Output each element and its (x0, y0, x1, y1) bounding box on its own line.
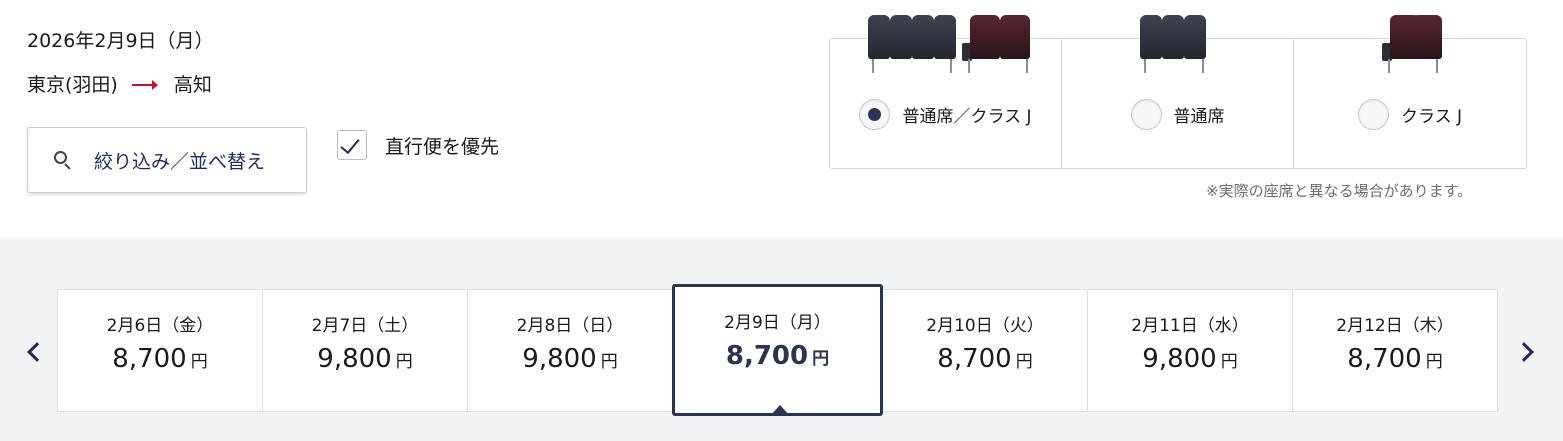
search-icon (52, 149, 74, 171)
previous-dates-button[interactable] (22, 338, 47, 368)
seat-option-label: 普通席 (1173, 107, 1225, 127)
date-card-price: 9,800 円 (1142, 344, 1238, 374)
seat-option-economy[interactable]: 普通席 (1062, 15, 1294, 168)
date-card[interactable]: 2月8日（日） 9,800 円 (467, 289, 673, 412)
destination-label: 高知 (173, 74, 212, 96)
next-dates-button[interactable] (1514, 338, 1541, 368)
seat-disclaimer: ※実際の座席と異なる場合があります。 (1206, 182, 1473, 200)
date-card[interactable]: 2月11日（水） 9,800 円 (1087, 289, 1293, 412)
date-card-date: 2月9日（月） (724, 313, 831, 333)
date-price-list: 2月6日（金） 8,700 円 2月7日（土） 9,800 円 2月8日（日） 9,… (57, 284, 1505, 416)
date-card[interactable]: 2月7日（土） 9,800 円 (262, 289, 468, 412)
radio-economy[interactable] (1130, 99, 1162, 130)
date-card-date: 2月7日（土） (311, 316, 419, 336)
seat-option-label: クラス J (1400, 107, 1463, 127)
date-card-price: 8,700 円 (112, 344, 208, 374)
date-card[interactable]: 2月6日（金） 8,700 円 (57, 289, 263, 412)
date-card-price: 9,800 円 (317, 344, 413, 374)
selected-pointer-icon (770, 405, 790, 416)
origin-label: 東京(羽田) (27, 74, 118, 96)
date-card-date: 2月11日（水） (1131, 316, 1249, 336)
filter-sort-label: 絞り込み／並べ替え (94, 150, 266, 173)
route: 東京(羽田) 高知 (27, 70, 212, 97)
date-card[interactable]: 2月10日（火） 8,700 円 (882, 289, 1088, 412)
date-card-selected[interactable]: 2月9日（月） 8,700 円 (672, 284, 883, 416)
checkmark-icon (340, 133, 360, 155)
radio-classj[interactable] (1357, 99, 1389, 130)
date-card-date: 2月12日（木） (1336, 316, 1454, 336)
filter-sort-button[interactable]: 絞り込み／並べ替え (27, 127, 307, 193)
seat-option-classj[interactable]: クラス J (1294, 15, 1526, 168)
date-card-date: 2月10日（火） (926, 316, 1044, 336)
date-card-price: 9,800 円 (522, 344, 618, 374)
seat-image-economy-classj (866, 1, 1034, 73)
date-card-price: 8,700 円 (1347, 344, 1443, 374)
search-date: 2026年2月9日（月） (27, 30, 214, 52)
direct-flight-label: 直行便を優先 (385, 135, 500, 158)
date-card-date: 2月6日（金） (106, 316, 214, 336)
date-card[interactable]: 2月12日（木） 8,700 円 (1292, 289, 1498, 412)
seat-image-economy (1138, 1, 1210, 73)
date-card-price: 8,700 円 (725, 341, 830, 371)
direct-flight-checkbox[interactable]: 直行便を優先 (337, 130, 499, 160)
route-arrow-icon (131, 77, 160, 91)
radio-economy-classj[interactable] (859, 99, 891, 130)
seat-class-selector: 普通席／クラス J 普通席 クラス J (829, 15, 1527, 169)
seat-image-classj (1382, 1, 1444, 73)
date-card-price: 8,700 円 (937, 344, 1033, 374)
checkbox-box[interactable] (337, 130, 367, 160)
seat-option-economy-classj[interactable]: 普通席／クラス J (830, 15, 1062, 168)
seat-option-label: 普通席／クラス J (902, 107, 1032, 127)
chevron-right-icon (1514, 342, 1534, 362)
chevron-left-icon (27, 342, 47, 362)
date-card-date: 2月8日（日） (516, 316, 624, 336)
